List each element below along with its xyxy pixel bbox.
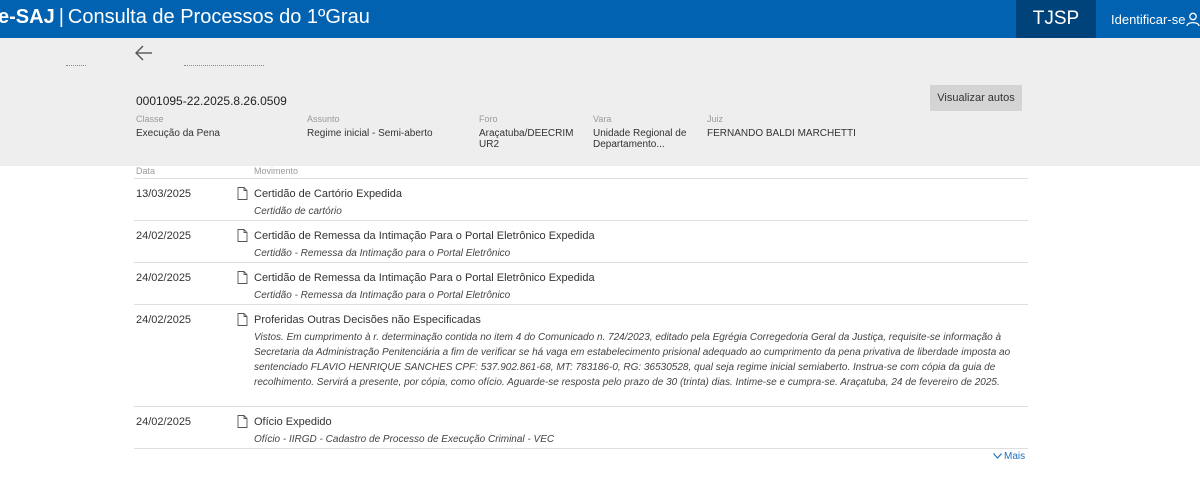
app-brand: e-SAJ | Consulta de Processos do 1ºGrau: [0, 6, 370, 29]
process-number: 0001095-22.2025.8.26.0509: [136, 94, 287, 108]
scrolled-text-fragment: [184, 65, 264, 69]
document-icon[interactable]: [237, 229, 248, 242]
view-records-button[interactable]: Visualizar autos: [930, 85, 1022, 111]
field-value: Execução da Pena: [136, 128, 220, 139]
movement-date: 13/03/2025: [136, 188, 192, 200]
field-classe: Classe Execução da Pena: [136, 114, 286, 139]
field-foro: Foro Araçatuba/DEECRIM UR2: [479, 114, 574, 150]
movement-title[interactable]: Certidão de Remessa da Intimação Para o …: [254, 272, 595, 284]
movement-date: 24/02/2025: [136, 272, 192, 284]
column-header-movement[interactable]: Movimento: [254, 166, 298, 176]
field-value: Araçatuba/DEECRIM UR2: [479, 128, 574, 150]
movement-title[interactable]: Ofício Expedido: [254, 416, 332, 428]
document-icon[interactable]: [237, 187, 248, 200]
movement-title[interactable]: Certidão de Remessa da Intimação Para o …: [254, 230, 595, 242]
field-value: Regime inicial - Semi-aberto: [307, 128, 433, 139]
movement-description: Certidão - Remessa da Intimação para o P…: [254, 290, 511, 301]
movement-title[interactable]: Proferidas Outras Decisões não Especific…: [254, 314, 481, 326]
movement-description: Certidão - Remessa da Intimação para o P…: [254, 248, 511, 259]
column-header-date[interactable]: Data: [136, 166, 155, 176]
row-divider: [134, 406, 1028, 407]
field-juiz: Juiz FERNANDO BALDI MARCHETTI: [707, 114, 907, 139]
chevron-down-icon: [993, 453, 1002, 460]
movement-date: 24/02/2025: [136, 314, 192, 326]
user-icon[interactable]: [1186, 12, 1200, 26]
court-badge[interactable]: TJSP: [1016, 0, 1096, 38]
app-title: Consulta de Processos do 1ºGrau: [67, 6, 370, 28]
scrolled-text-fragment: [66, 65, 86, 69]
field-label: Juiz: [707, 114, 724, 124]
field-label: Foro: [479, 114, 498, 124]
movement-description: Ofício - IIRGD - Cadastro de Processo de…: [254, 434, 555, 445]
row-divider: [134, 220, 1028, 221]
more-movements-link[interactable]: Mais: [993, 451, 1025, 462]
field-assunto: Assunto Regime inicial - Semi-aberto: [307, 114, 467, 139]
document-icon[interactable]: [237, 313, 248, 326]
document-icon[interactable]: [237, 271, 248, 284]
movement-description: Vistos. Em cumprimento à r. determinação…: [254, 332, 1011, 388]
field-label: Classe: [136, 114, 164, 124]
field-label: Vara: [593, 114, 612, 124]
title-separator: |: [58, 6, 64, 28]
field-value: FERNANDO BALDI MARCHETTI: [707, 128, 856, 139]
row-divider: [134, 262, 1028, 263]
movement-description: Certidão de cartório: [254, 206, 342, 217]
document-icon[interactable]: [237, 415, 248, 428]
process-header-panel: Visualizar autos 0001095-22.2025.8.26.05…: [0, 38, 1200, 166]
top-bar: e-SAJ | Consulta de Processos do 1ºGrau TJ…: [0, 0, 1200, 38]
esaj-logo[interactable]: e-SAJ: [0, 6, 55, 28]
movement-date: 24/02/2025: [136, 230, 192, 242]
field-label: Assunto: [307, 114, 340, 124]
field-value: Unidade Regional de Departamento...: [593, 128, 687, 150]
row-divider: [134, 178, 1028, 179]
back-arrow-icon[interactable]: [134, 42, 154, 64]
row-divider: [134, 448, 1028, 449]
row-divider: [134, 304, 1028, 305]
movement-title[interactable]: Certidão de Cartório Expedida: [254, 188, 402, 200]
login-link[interactable]: Identificar-se: [1111, 0, 1185, 38]
field-vara: Vara Unidade Regional de Departamento...: [593, 114, 689, 150]
movement-date: 24/02/2025: [136, 416, 192, 428]
more-label: Mais: [1004, 451, 1026, 462]
